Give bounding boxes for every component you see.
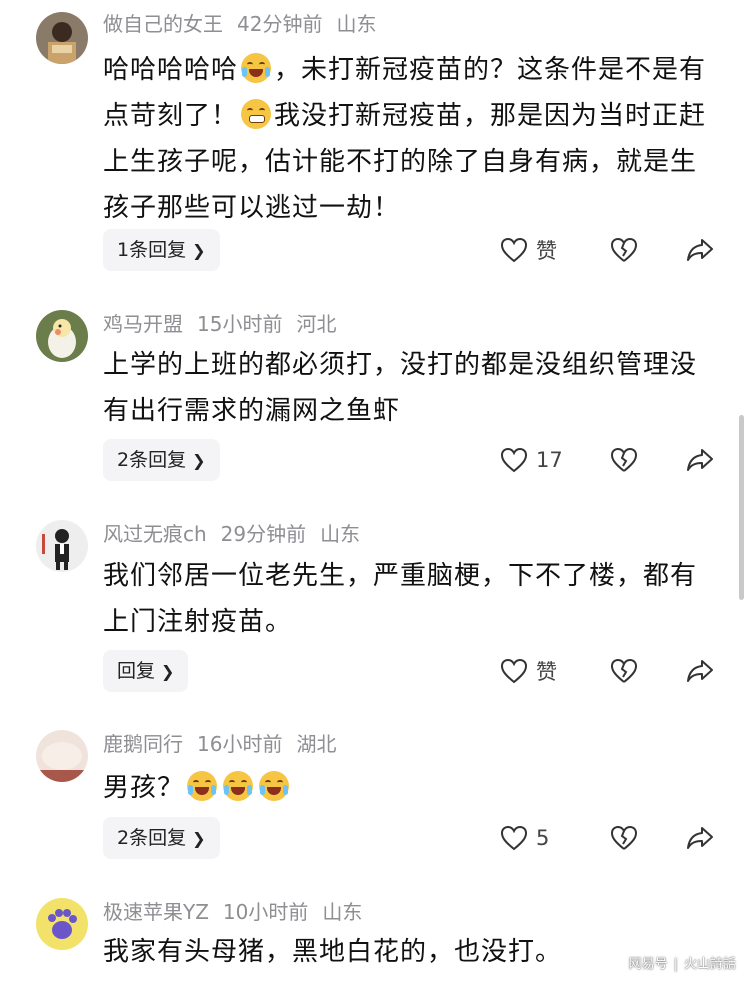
heart-icon <box>500 825 528 851</box>
dislike-button[interactable] <box>610 230 638 270</box>
comment-actions: 5 <box>500 818 730 858</box>
view-replies-button[interactable]: 2条回复 ❯ <box>103 439 220 481</box>
view-replies-button[interactable]: 1条回复 ❯ <box>103 229 220 271</box>
location: 山东 <box>322 900 363 924</box>
comment-meta: 鸡马开盟 15小时前 河北 <box>103 310 350 338</box>
comment-item: 风过无痕ch 29分钟前 山东 我们邻居一位老先生，严重脑梗，下不了楼，都有上门注射… <box>0 508 750 719</box>
chevron-right-icon: ❯ <box>192 241 206 260</box>
timestamp: 42分钟前 <box>237 12 323 36</box>
avatar[interactable] <box>36 898 88 950</box>
comment-text: 我们邻居一位老先生，严重脑梗，下不了楼，都有上门注射疫苗。 <box>103 561 698 637</box>
crying-laughing-emoji <box>223 771 254 801</box>
view-replies-button[interactable]: 2条回复 ❯ <box>103 817 220 859</box>
comment-meta: 极速苹果YZ 10小时前 山东 <box>103 898 376 926</box>
like-button[interactable]: 17 <box>500 440 563 480</box>
chevron-right-icon: ❯ <box>192 829 206 848</box>
comment-text: 上学的上班的都必须打，没打的都是没组织管理没有出行需求的漏网之鱼虾 <box>103 350 698 426</box>
comment-actions: 17 <box>500 440 730 480</box>
timestamp: 15小时前 <box>197 312 283 336</box>
share-button[interactable] <box>686 440 714 480</box>
crying-laughing-emoji <box>187 771 218 801</box>
comment-item: 鸡马开盟 15小时前 河北 上学的上班的都必须打，没打的都是没组织管理没有出行需求的… <box>0 298 750 509</box>
share-icon <box>687 239 713 261</box>
broken-heart-icon <box>610 825 638 850</box>
location: 河北 <box>296 312 337 336</box>
comment-meta: 鹿鹅同行 16小时前 湖北 <box>103 730 350 758</box>
username[interactable]: 鹿鹅同行 <box>103 732 183 756</box>
scrollbar[interactable] <box>739 415 744 600</box>
crying-laughing-emoji <box>241 53 272 83</box>
share-icon <box>687 449 713 471</box>
chevron-right-icon: ❯ <box>161 662 175 681</box>
share-button[interactable] <box>686 818 714 858</box>
broken-heart-icon <box>610 658 638 683</box>
like-button[interactable]: 赞 <box>500 651 557 691</box>
comment-actions: 赞 <box>500 230 730 270</box>
share-icon <box>687 827 713 849</box>
comment-text: 哈哈哈哈哈 ，未打新冠疫苗的？这条件是不是有点苛刻了！ 我没打新冠疫苗，那是因为当时… <box>103 53 707 223</box>
timestamp: 10小时前 <box>222 900 309 924</box>
chevron-right-icon: ❯ <box>192 451 206 470</box>
comment-text: 男孩？ <box>103 765 723 811</box>
location: 山东 <box>320 522 361 546</box>
username[interactable]: 风过无痕ch <box>103 522 207 546</box>
comment-item: 做自己的女王 42分钟前 山东 哈哈哈哈哈 ，未打新冠疫苗的？这条件是不是有点苛刻了！… <box>0 0 750 271</box>
avatar[interactable] <box>36 520 88 572</box>
share-button[interactable] <box>686 230 714 270</box>
comment-meta: 风过无痕ch 29分钟前 山东 <box>103 520 374 548</box>
like-count: 5 <box>536 826 550 850</box>
username[interactable]: 做自己的女王 <box>103 12 223 36</box>
like-count: 赞 <box>536 239 557 263</box>
grinning-emoji <box>241 99 272 129</box>
comment-meta: 做自己的女王 42分钟前 山东 <box>103 10 390 38</box>
location: 山东 <box>336 12 377 36</box>
crying-laughing-emoji <box>259 771 290 801</box>
dislike-button[interactable] <box>610 818 638 858</box>
like-button[interactable]: 5 <box>500 818 549 858</box>
like-count: 17 <box>536 448 563 472</box>
avatar[interactable] <box>36 12 88 64</box>
dislike-button[interactable] <box>610 440 638 480</box>
avatar[interactable] <box>36 730 88 782</box>
comment-actions: 赞 <box>500 651 730 691</box>
like-button[interactable]: 赞 <box>500 230 557 270</box>
heart-icon <box>500 237 528 263</box>
username[interactable]: 极速苹果YZ <box>103 900 209 924</box>
share-icon <box>687 660 713 682</box>
heart-icon <box>500 658 528 684</box>
broken-heart-icon <box>610 237 638 262</box>
reply-button[interactable]: 回复 ❯ <box>103 650 189 692</box>
like-count: 赞 <box>536 660 557 684</box>
timestamp: 16小时前 <box>197 732 283 756</box>
timestamp: 29分钟前 <box>220 522 307 546</box>
heart-icon <box>500 447 528 473</box>
username[interactable]: 鸡马开盟 <box>103 312 183 336</box>
location: 湖北 <box>296 732 337 756</box>
dislike-button[interactable] <box>610 651 638 691</box>
watermark: 网易号 | 火山詩話 <box>628 957 736 972</box>
avatar[interactable] <box>36 310 88 362</box>
share-button[interactable] <box>686 651 714 691</box>
broken-heart-icon <box>610 447 638 472</box>
